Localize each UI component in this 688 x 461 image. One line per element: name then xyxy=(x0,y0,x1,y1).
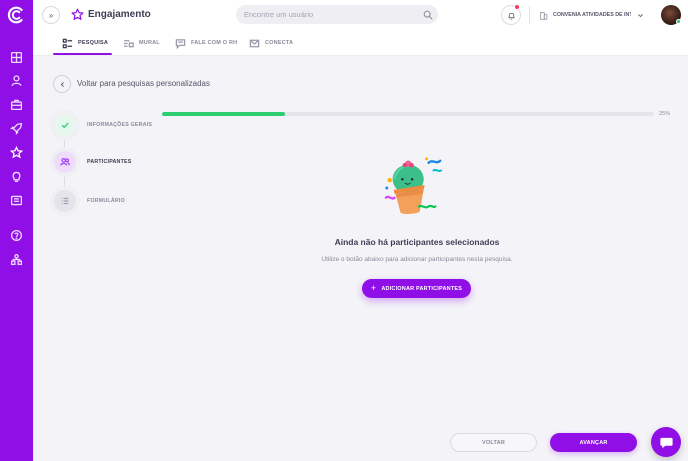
chevron-left-icon xyxy=(60,81,64,87)
sidebar-lightbulb-icon[interactable] xyxy=(8,168,25,185)
sidebar-user-icon[interactable] xyxy=(8,72,25,89)
cactus-illustration xyxy=(384,157,443,215)
tab-label: PESQUISA xyxy=(78,40,109,46)
sidebar-rocket-icon[interactable] xyxy=(8,120,25,137)
chevron-down-icon xyxy=(638,13,643,17)
tab-label: CONECTA xyxy=(265,40,294,46)
step-1-label: INFORMAÇÕES GERAIS xyxy=(87,122,153,128)
active-tab-indicator xyxy=(53,53,112,55)
progress-bar-fill xyxy=(162,112,285,116)
plus-icon: + xyxy=(370,283,377,293)
chat-support-button[interactable] xyxy=(651,427,681,457)
next-step-button[interactable]: AVANÇAR xyxy=(550,433,637,452)
tab-label: MURAL xyxy=(139,40,160,46)
mail-icon xyxy=(249,39,260,47)
header-divider xyxy=(529,6,530,24)
top-header: » Engajamento CONVENIA ATIVIDADES DE INT… xyxy=(33,0,688,30)
step-2-label: PARTICIPANTES xyxy=(87,159,132,165)
search-icon[interactable] xyxy=(423,10,433,20)
chat-rh-icon xyxy=(175,38,186,49)
add-participants-label: ADICIONAR PARTICIPANTES xyxy=(381,285,463,292)
sidebar-star-icon[interactable] xyxy=(8,144,25,161)
sidebar-help-icon[interactable] xyxy=(8,227,25,244)
users-icon xyxy=(60,158,70,166)
back-button[interactable] xyxy=(53,75,71,93)
module-title: Engajamento xyxy=(88,9,151,20)
step-3-label: FORMULÁRIO xyxy=(87,198,125,204)
check-icon xyxy=(61,122,69,129)
sidebar-network-icon[interactable] xyxy=(8,251,25,268)
sidebar-dashboard-icon[interactable] xyxy=(8,49,25,66)
sidebar-briefcase-icon[interactable] xyxy=(8,96,25,113)
app-logo-icon[interactable] xyxy=(6,4,28,26)
chat-bubble-icon xyxy=(659,437,673,448)
progress-bar xyxy=(162,112,654,116)
step-1-circle xyxy=(54,114,76,136)
tab-conecta[interactable]: CONECTA xyxy=(249,30,293,56)
engagement-star-icon xyxy=(71,8,84,20)
tab-label: FALE COM O RH xyxy=(191,40,238,46)
mural-icon xyxy=(123,39,134,47)
step-3-circle xyxy=(54,190,76,212)
tab-fale-com-o-rh[interactable]: FALE COM O RH xyxy=(175,30,237,56)
company-name: CONVENIA ATIVIDADES DE INTERNET LTDA xyxy=(553,12,631,18)
tab-mural[interactable]: MURAL xyxy=(123,30,160,56)
bell-icon xyxy=(507,12,515,19)
empty-state-description: Utilize o botão abaixo para adicionar pa… xyxy=(321,256,513,263)
online-status-dot xyxy=(676,19,681,24)
survey-icon xyxy=(62,38,73,48)
expand-sidebar-button[interactable]: » xyxy=(42,6,60,24)
list-icon xyxy=(61,197,69,205)
notification-dot xyxy=(515,5,519,9)
search-input[interactable] xyxy=(236,5,438,24)
building-icon xyxy=(540,11,548,20)
back-link-label[interactable]: Voltar para pesquisas personalizadas xyxy=(77,79,210,88)
empty-state-title: Ainda não há participantes selecionados xyxy=(334,237,500,247)
sidebar-news-icon[interactable] xyxy=(8,192,25,209)
back-step-button[interactable]: VOLTAR xyxy=(450,433,537,452)
progress-percentage: 25% xyxy=(659,111,671,117)
company-selector[interactable]: CONVENIA ATIVIDADES DE INTERNET LTDA xyxy=(539,6,644,24)
tab-bar: PESQUISA MURAL FALE COM O RH CONECTA xyxy=(33,30,688,56)
sidebar xyxy=(0,0,33,461)
add-participants-button[interactable]: + ADICIONAR PARTICIPANTES xyxy=(362,279,471,298)
step-2-circle xyxy=(54,151,76,173)
double-chevron-right-icon: » xyxy=(48,10,54,20)
